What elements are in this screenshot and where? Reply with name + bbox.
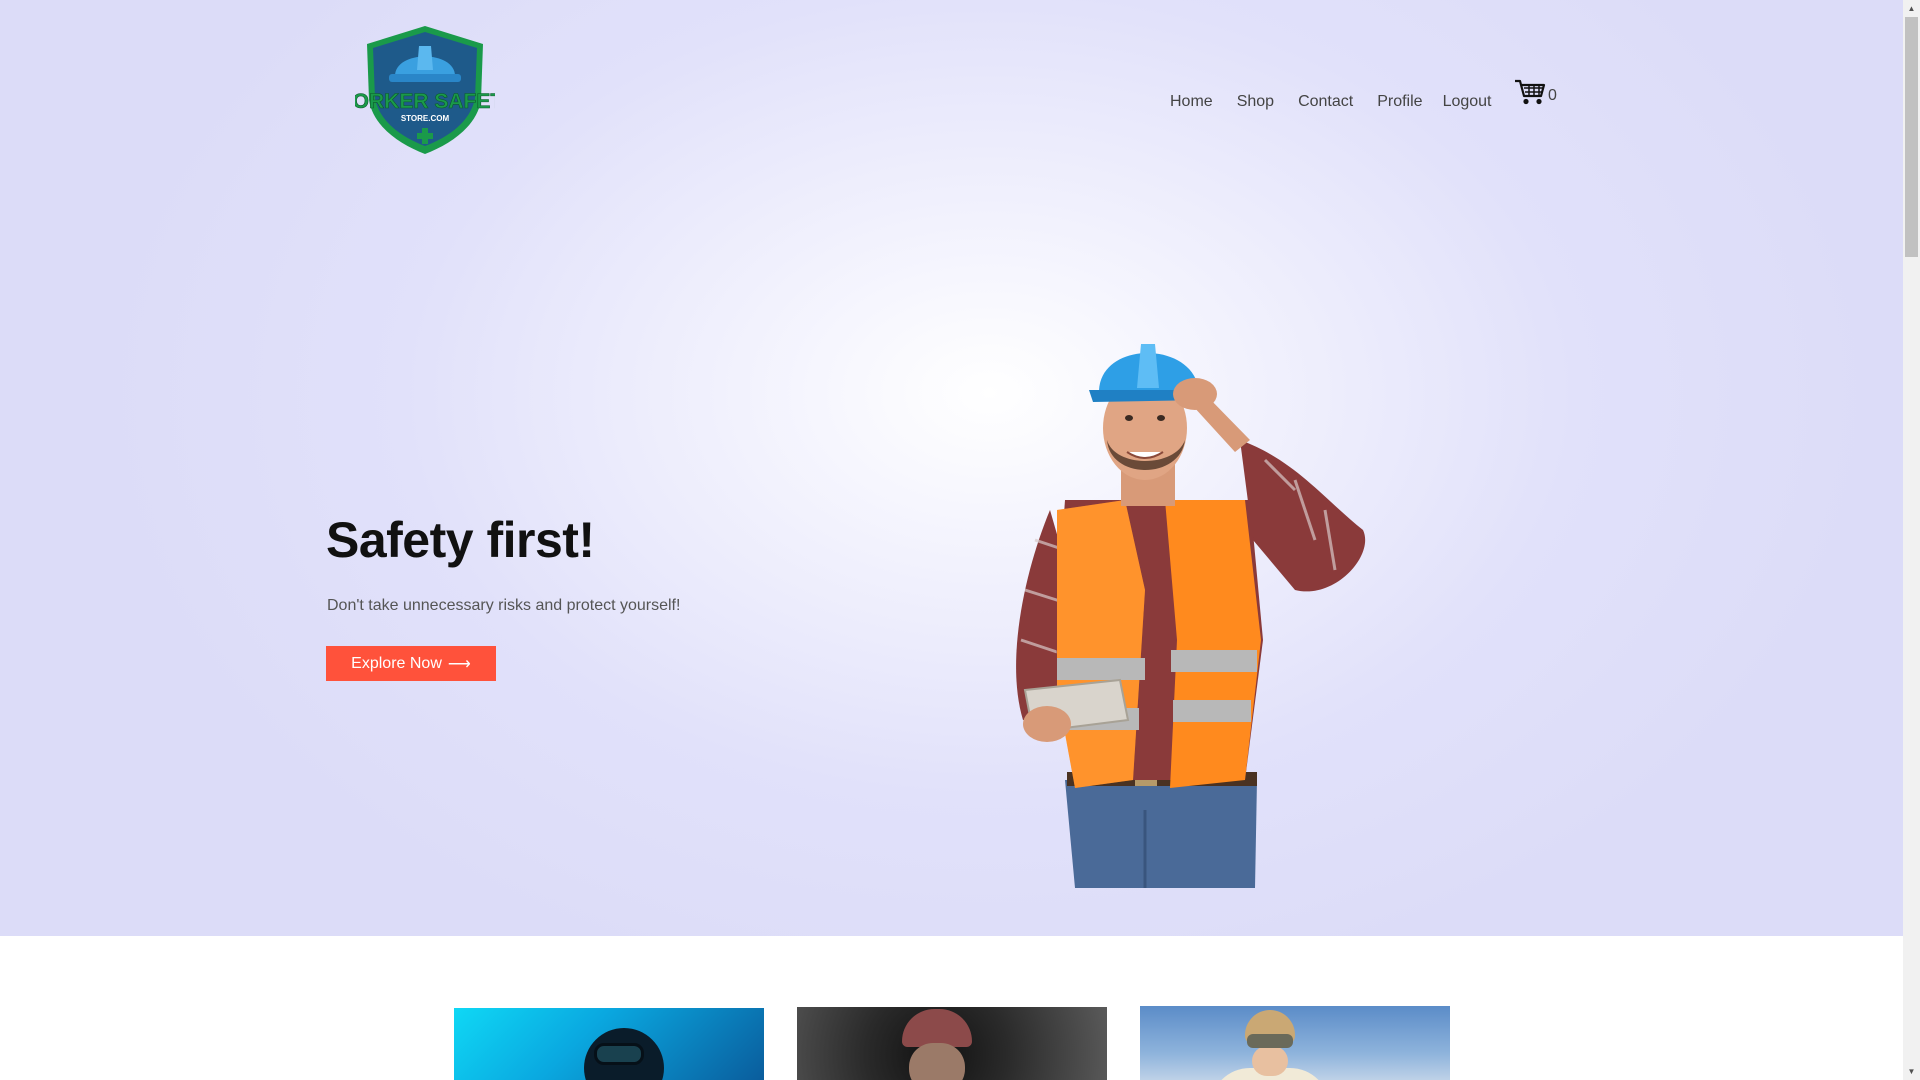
nav-shop-link[interactable]: Shop [1237,93,1274,111]
logo-line2: STORE.COM [401,114,450,123]
hero-title: Safety first! [326,512,595,568]
site-logo[interactable]: WORKER SAFETY STORE.COM [333,22,517,156]
nav-home-link[interactable]: Home [1170,93,1213,111]
explore-now-label: Explore Now [351,654,442,672]
worker-face [909,1043,965,1080]
scroll-down-arrow-icon[interactable]: ▼ [1903,1063,1920,1080]
construction-worker-image [1016,344,1366,888]
hardhat-shield-logo-icon: WORKER SAFETY STORE.COM [333,26,517,154]
hero-section: WORKER SAFETY STORE.COM Home Shop Contac… [0,0,1903,936]
tunnel-worker-image [902,1009,972,1047]
hero-subtitle: Don't take unnecessary risks and protect… [327,597,681,614]
shopping-cart-icon [1515,79,1546,105]
vertical-scrollbar[interactable]: ▲ ▼ [1903,0,1920,1080]
skier-face [1252,1046,1288,1076]
arrow-right-icon: ⟶ [447,655,471,673]
category-card-ski[interactable] [1140,1006,1450,1080]
logo-line1: WORKER SAFETY [355,90,495,113]
main-nav: Home Shop Contact Profile Logout [1170,93,1492,111]
explore-now-button[interactable]: Explore Now ⟶ [326,646,496,681]
nav-profile-link[interactable]: Profile [1377,93,1422,111]
nav-logout-link[interactable]: Logout [1443,93,1492,111]
cart-count: 0 [1548,87,1557,104]
scroll-up-arrow-icon[interactable]: ▲ [1903,0,1920,17]
cart-button[interactable]: 0 [1514,78,1557,106]
page: WORKER SAFETY STORE.COM Home Shop Contac… [0,0,1903,1080]
category-card-tunnel[interactable] [797,1007,1107,1080]
ski-goggle-icon [1247,1034,1293,1048]
category-card-diving[interactable] [454,1008,764,1080]
scrollbar-thumb[interactable] [1905,17,1918,257]
dive-mask-icon [594,1043,644,1065]
nav-contact-link[interactable]: Contact [1298,93,1353,111]
